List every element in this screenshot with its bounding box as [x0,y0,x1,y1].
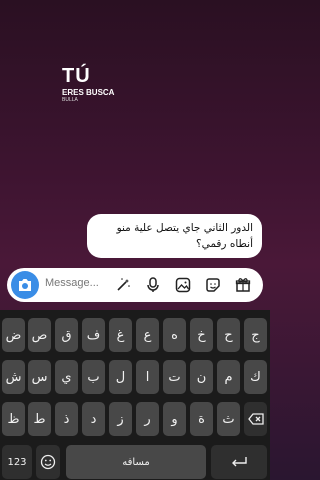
emoji-key[interactable] [36,445,60,479]
key[interactable]: ج [244,318,267,352]
key[interactable]: ز [109,402,132,436]
key[interactable]: ا [136,360,159,394]
key[interactable]: غ [109,318,132,352]
key[interactable]: د [82,402,105,436]
numbers-key[interactable]: 123 [2,445,32,479]
key[interactable]: ي [55,360,78,394]
keyboard: ض ص ق ف غ ع ه خ ح ج ش س ي ب ل ا ت ن م ك … [0,310,270,480]
key[interactable]: ص [28,318,51,352]
key[interactable]: ض [2,318,25,352]
emoji-icon [40,454,56,470]
space-key[interactable]: مسافه [66,445,206,479]
microphone-icon[interactable] [144,276,162,294]
logo-subtitle: ERES BUSCA [62,88,115,97]
image-icon[interactable] [174,276,192,294]
key[interactable]: ل [109,360,132,394]
key[interactable]: ع [136,318,159,352]
key[interactable]: ه [163,318,186,352]
camera-icon [19,279,31,291]
key[interactable]: ق [55,318,78,352]
message-composer: Message... [0,266,270,304]
key[interactable]: ك [244,360,267,394]
key[interactable]: س [28,360,51,394]
sticker-icon[interactable] [204,276,222,294]
key[interactable]: ت [163,360,186,394]
key[interactable]: ظ [2,402,25,436]
composer-field[interactable]: Message... [7,268,263,302]
backspace-icon [247,413,264,425]
camera-button[interactable] [11,271,39,299]
key[interactable]: م [217,360,240,394]
key[interactable]: ن [190,360,213,394]
key[interactable]: ط [28,402,51,436]
gift-icon[interactable] [234,276,252,294]
magic-wand-icon[interactable] [114,276,132,294]
message-bubble[interactable]: الدور الثاني جاي يتصل علية منو أنطاه رقم… [87,214,262,258]
key[interactable]: ة [190,402,213,436]
key[interactable]: ث [217,402,240,436]
logo-title: TÚ [62,65,91,87]
key[interactable]: و [163,402,186,436]
logo-tag: BULLA [62,97,78,103]
message-input[interactable]: Message... [45,277,99,289]
key[interactable]: ذ [55,402,78,436]
key[interactable]: ش [2,360,25,394]
key[interactable]: ر [136,402,159,436]
enter-key[interactable] [211,445,267,479]
key[interactable]: ح [217,318,240,352]
message-text: الدور الثاني جاي يتصل علية منو أنطاه رقم… [116,222,253,250]
brand-logo: TÚ ERES BUSCA BULLA [62,66,142,103]
backspace-key[interactable] [244,402,267,436]
key[interactable]: خ [190,318,213,352]
key[interactable]: ب [82,360,105,394]
enter-icon [232,457,247,467]
key[interactable]: ف [82,318,105,352]
